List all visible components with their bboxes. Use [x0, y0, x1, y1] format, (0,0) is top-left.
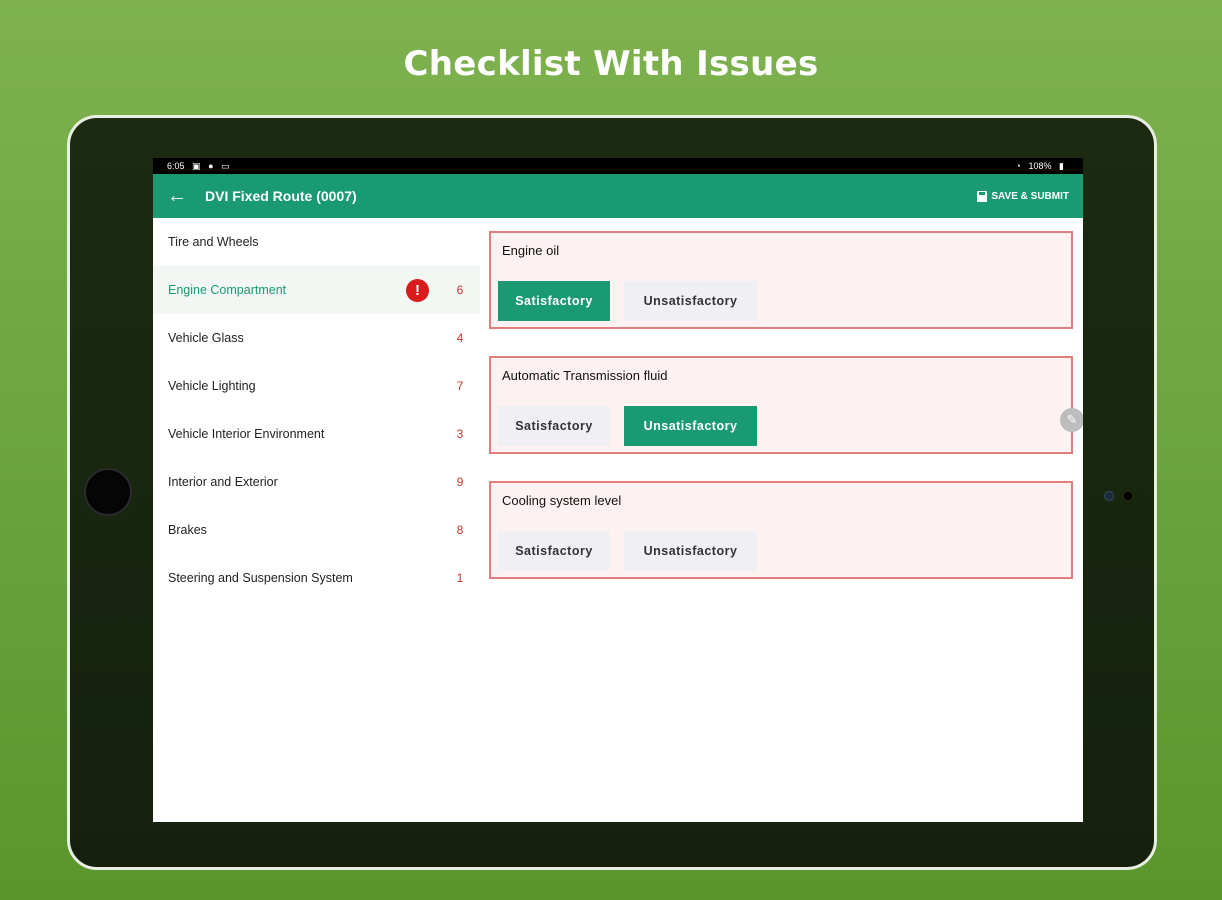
category-count: 8 — [456, 523, 464, 537]
back-arrow-icon[interactable]: ← — [167, 186, 187, 206]
cast-icon: ▭ — [221, 160, 230, 171]
category-count: 1 — [456, 571, 464, 585]
category-list: Tire and Wheels Engine Compartment! 6 Vehic… — [153, 218, 480, 602]
category-count: 4 — [456, 331, 464, 345]
checklist-item-title: Engine oil — [502, 243, 560, 258]
category-count: 7 — [456, 379, 464, 393]
screen-title: DVI Fixed Route (0007) — [205, 188, 357, 204]
location-icon: ● — [208, 160, 214, 171]
save-disk-icon — [977, 190, 988, 202]
status-bar: 6:05 ▣ ● ▭ ◔ 108% ▮ — [153, 158, 1083, 174]
battery-percent: 108% — [1028, 160, 1052, 171]
sidebar-item-category[interactable]: Tire and Wheels — [153, 218, 480, 266]
checklist-item-title: Cooling system level — [502, 493, 622, 508]
battery-icon: ▮ — [1059, 160, 1064, 171]
category-label: Vehicle Interior Environment — [168, 427, 325, 441]
category-label: Vehicle Lighting — [168, 379, 256, 393]
sidebar-item-category[interactable]: Brakes 8 — [153, 506, 480, 554]
page-headline: Checklist With Issues — [403, 44, 819, 84]
sidebar-item-category[interactable]: Engine Compartment! 6 — [153, 266, 480, 314]
image-icon: ▣ — [192, 160, 201, 171]
save-submit-label: SAVE & SUBMIT — [991, 190, 1069, 202]
satisfactory-button[interactable]: Satisfactory — [498, 281, 610, 321]
category-label: Engine Compartment — [168, 283, 287, 297]
category-count: 3 — [456, 427, 464, 441]
camera-sensor — [1104, 491, 1114, 501]
category-label: Steering and Suspension System — [168, 571, 353, 585]
checklist-item-card: Automatic Transmission fluid Satisfactory… — [489, 356, 1073, 454]
satisfactory-button[interactable]: Satisfactory — [498, 406, 610, 446]
save-submit-button[interactable]: SAVE & SUBMIT — [977, 174, 1069, 218]
edit-icon[interactable]: ✎ — [1060, 408, 1083, 432]
sidebar-item-category[interactable]: Vehicle Glass 4 — [153, 314, 480, 362]
checklist-panel: Engine oil Satisfactory Unsatisfactory Auto… — [489, 231, 1073, 606]
checklist-item-card: Cooling system level Satisfactory Unsatisf… — [489, 481, 1073, 579]
unsatisfactory-button[interactable]: Unsatisfactory — [624, 281, 757, 321]
sidebar-item-category[interactable]: Vehicle Lighting 7 — [153, 362, 480, 410]
sidebar-item-category[interactable]: Interior and Exterior 9 — [153, 458, 480, 506]
sidebar-item-category[interactable]: Steering and Suspension System 1 — [153, 554, 480, 602]
category-label: Interior and Exterior — [168, 475, 278, 489]
category-label: Vehicle Glass — [168, 331, 244, 345]
satisfactory-button[interactable]: Satisfactory — [498, 531, 610, 571]
category-label: Brakes — [168, 523, 207, 537]
sidebar-item-category[interactable]: Vehicle Interior Environment 3 — [153, 410, 480, 458]
checklist-item-card: Engine oil Satisfactory Unsatisfactory — [489, 231, 1073, 329]
app-bar: ← DVI Fixed Route (0007) SAVE & SUBMIT — [153, 174, 1083, 218]
unsatisfactory-button[interactable]: Unsatisfactory — [624, 406, 757, 446]
category-count: 6 — [456, 283, 464, 297]
unsatisfactory-button[interactable]: Unsatisfactory — [624, 531, 757, 571]
signal-icon: ◔ — [1015, 160, 1021, 171]
home-button — [84, 468, 132, 516]
issue-alert-icon: ! — [406, 278, 429, 302]
light-sensor — [1124, 492, 1132, 500]
checklist-item-title: Automatic Transmission fluid — [502, 368, 668, 383]
app-screen: 6:05 ▣ ● ▭ ◔ 108% ▮ ← DVI Fixed Route (0… — [153, 158, 1083, 822]
category-label: Tire and Wheels — [168, 235, 259, 249]
status-time: 6:05 — [167, 160, 185, 171]
category-count: 9 — [456, 475, 464, 489]
